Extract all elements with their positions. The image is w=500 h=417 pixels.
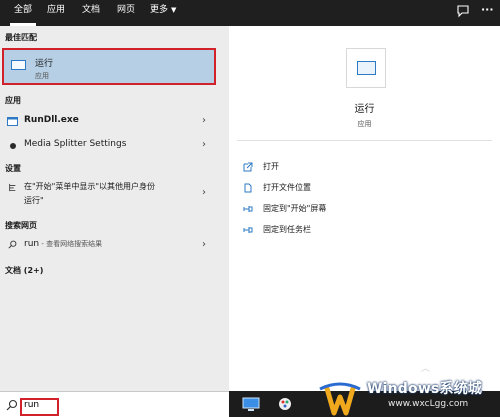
action-label: 固定到"开始"屏幕 — [263, 204, 327, 213]
paint-app-icon[interactable] — [276, 396, 294, 412]
divider — [237, 140, 492, 141]
app-item-rundll[interactable]: RunDll.exe › — [0, 110, 229, 132]
chevron-right-icon[interactable]: › — [202, 139, 206, 150]
section-web: 搜索网页 — [5, 221, 37, 230]
section-documents[interactable]: 文档 (2+) — [5, 265, 43, 276]
tab-all[interactable]: 全部 — [9, 0, 37, 26]
pin-icon — [243, 227, 253, 233]
best-match-run-item[interactable]: 运行 应用 — [2, 48, 216, 85]
rundll-icon — [7, 117, 18, 126]
search-highlight-box — [20, 398, 59, 416]
chevron-right-icon[interactable]: › — [202, 239, 206, 250]
run-app-large-icon — [346, 48, 386, 88]
section-best-match: 最佳匹配 — [5, 33, 37, 42]
best-match-subtitle: 应用 — [35, 72, 49, 80]
tab-more-label: 更多 — [150, 5, 169, 15]
app-item-label: RunDll.exe — [24, 115, 79, 125]
pin-icon — [243, 206, 253, 212]
web-search-item[interactable]: run - 查看网络搜索结果 › — [0, 234, 229, 256]
watermark-url: www.wxcLgg.com — [388, 399, 469, 409]
chevron-right-icon[interactable]: › — [202, 187, 206, 198]
setting-item-line2: 运行" — [24, 196, 44, 205]
action-label: 打开 — [263, 162, 279, 171]
feedback-icon[interactable] — [456, 4, 470, 18]
tab-more[interactable]: 更多 ▼ — [150, 0, 176, 26]
action-label: 固定到任务栏 — [263, 225, 311, 234]
tab-documents[interactable]: 文档 — [82, 0, 100, 26]
bullet-icon — [10, 143, 16, 149]
search-filter-bar: 全部 应用 文档 网页 更多 ▼ ··· — [0, 0, 500, 26]
run-app-icon — [11, 60, 26, 70]
results-panel: 最佳匹配 运行 应用 应用 RunDll.exe › Media Splitte… — [0, 26, 229, 391]
web-search-suffix: - 查看网络搜索结果 — [39, 240, 103, 248]
taskbar-search-box[interactable]: run — [0, 391, 229, 417]
section-settings: 设置 — [5, 164, 21, 173]
open-icon — [243, 162, 253, 172]
chevron-down-icon: ▼ — [171, 6, 177, 14]
setting-item-line1: 在"开始"菜单中显示"以其他用户身份 — [24, 182, 156, 191]
search-icon — [6, 399, 18, 411]
chevron-right-icon[interactable]: › — [202, 115, 206, 126]
tab-apps[interactable]: 应用 — [47, 0, 65, 26]
watermark-logo — [319, 382, 361, 416]
detail-title: 运行 — [354, 104, 375, 115]
search-icon — [8, 240, 17, 249]
tab-web[interactable]: 网页 — [117, 0, 135, 26]
watermark-title: Windows系统城 — [367, 381, 483, 397]
app-item-label: Media Splitter Settings — [24, 139, 127, 149]
section-apps: 应用 — [5, 96, 21, 105]
action-label: 打开文件位置 — [263, 183, 311, 192]
desktop-app-icon[interactable] — [242, 396, 260, 412]
more-options-icon[interactable]: ··· — [481, 4, 495, 18]
settings-list-icon — [9, 183, 16, 192]
web-search-label: run - 查看网络搜索结果 — [24, 239, 102, 249]
app-item-media-splitter[interactable]: Media Splitter Settings › — [0, 134, 229, 156]
setting-item-run-as-user[interactable]: 在"开始"菜单中显示"以其他用户身份 运行" › — [0, 178, 229, 212]
file-location-icon — [244, 183, 252, 193]
web-search-query: run — [24, 239, 40, 249]
scroll-chevron-icon[interactable]: ︿ — [421, 361, 430, 374]
detail-subtitle: 应用 — [357, 120, 372, 128]
best-match-title: 运行 — [35, 59, 54, 69]
detail-panel: 运行 应用 打开 打开文件位置 固定到"开始"屏幕 固定到任务栏 ︿ — [229, 26, 500, 391]
